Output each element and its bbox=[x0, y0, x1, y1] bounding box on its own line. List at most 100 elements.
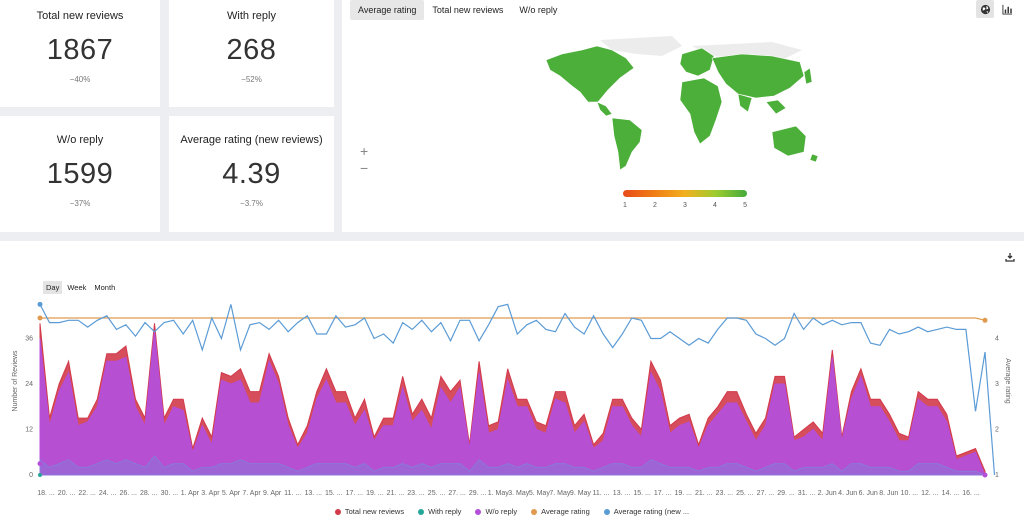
x-tick-label: 27. ... bbox=[757, 490, 775, 497]
x-tick-label: 27. ... bbox=[448, 490, 466, 497]
scale-label: 1 bbox=[623, 202, 627, 209]
x-tick-label: 25. ... bbox=[736, 490, 754, 497]
x-tick-label: 23. ... bbox=[407, 490, 425, 497]
x-tick-label: 11. ... bbox=[284, 490, 301, 497]
x-tick-label: 4. Jun bbox=[838, 490, 857, 497]
x-tick-label: 1. Apr bbox=[181, 490, 200, 497]
scale-label: 2 bbox=[653, 202, 657, 209]
kpi-value: 1867 bbox=[46, 34, 114, 66]
x-tick-label: 5. May bbox=[529, 490, 551, 497]
x-tick-label: 12. ... bbox=[921, 490, 939, 497]
x-tick-label: 14. ... bbox=[942, 490, 960, 497]
scale-label: 3 bbox=[683, 202, 687, 209]
series-marker bbox=[37, 301, 43, 307]
legend-dot bbox=[475, 508, 482, 515]
series-marker bbox=[38, 473, 42, 477]
reviews-timeseries-chart[interactable]: 0122436 1234 18. ... 20. ... 22. ... 24. ..… bbox=[0, 241, 1024, 503]
legend-item-without-reply[interactable]: W/o reply bbox=[475, 507, 517, 516]
kpi-total-new-reviews: Total new reviews 1867 −40% bbox=[0, 0, 160, 107]
kpi-label: With reply bbox=[227, 10, 276, 22]
x-tick-label: 16. ... bbox=[962, 490, 980, 497]
kpi-change: −37% bbox=[69, 199, 91, 208]
y2-tick-label: 4 bbox=[995, 336, 999, 343]
legend-item-average-rating[interactable]: Average rating bbox=[531, 507, 590, 516]
tab-average-rating[interactable]: Average rating bbox=[350, 0, 425, 20]
x-tick-label: 26. ... bbox=[119, 490, 137, 497]
series-marker bbox=[37, 461, 43, 467]
series-marker bbox=[37, 315, 43, 321]
x-tick-label: 17. ... bbox=[654, 490, 672, 497]
x-tick-label: 22. ... bbox=[78, 490, 96, 497]
legend-label: Average rating bbox=[541, 507, 590, 516]
kpi-value: 4.39 bbox=[222, 158, 281, 190]
x-tick-label: 29. ... bbox=[469, 490, 487, 497]
x-tick-label: 24. ... bbox=[99, 490, 117, 497]
series-marker bbox=[982, 317, 988, 323]
kpi-label: W/o reply bbox=[56, 134, 104, 146]
kpi-change: −40% bbox=[69, 75, 91, 84]
legend-item-total-new-reviews[interactable]: Total new reviews bbox=[334, 507, 405, 516]
y2-tick-label: 2 bbox=[995, 427, 999, 434]
tab-total-new-reviews[interactable]: Total new reviews bbox=[424, 0, 511, 20]
legend-dot bbox=[531, 508, 538, 515]
scale-label: 4 bbox=[713, 202, 717, 209]
zoom-out-button[interactable]: − bbox=[360, 161, 368, 175]
map-tabs: Average rating Total new reviews W/o rep… bbox=[350, 0, 565, 20]
map-view-toggle bbox=[976, 0, 1016, 18]
rating-color-scale: 1 2 3 4 5 bbox=[623, 190, 747, 209]
kpi-label: Average rating (new reviews) bbox=[180, 134, 323, 146]
globe-icon[interactable] bbox=[976, 0, 994, 18]
x-tick-label: 17. ... bbox=[346, 490, 364, 497]
x-tick-label: 30. ... bbox=[161, 490, 179, 497]
kpi-average-rating: Average rating (new reviews) 4.39 −3.7% bbox=[169, 116, 334, 232]
y2-tick-label: 1 bbox=[995, 472, 999, 479]
x-tick-label: 25. ... bbox=[428, 490, 446, 497]
x-tick-label: 10. ... bbox=[901, 490, 919, 497]
x-tick-label: 15. ... bbox=[633, 490, 651, 497]
y2-tick-label: 3 bbox=[995, 381, 999, 388]
bar-chart-icon[interactable] bbox=[998, 0, 1016, 18]
kpi-without-reply: W/o reply 1599 −37% bbox=[0, 116, 160, 232]
x-tick-label: 9. Apr bbox=[263, 490, 282, 497]
x-tick-label: 2. Jun bbox=[818, 490, 837, 497]
kpi-with-reply: With reply 268 −52% bbox=[169, 0, 334, 107]
kpi-value: 268 bbox=[226, 34, 277, 66]
y2-axis-label: Average rating bbox=[1004, 358, 1011, 404]
x-tick-label: 31. ... bbox=[798, 490, 816, 497]
zoom-in-button[interactable]: + bbox=[360, 144, 368, 158]
y-tick-label: 36 bbox=[25, 336, 33, 343]
tab-without-reply[interactable]: W/o reply bbox=[511, 0, 565, 20]
legend-item-with-reply[interactable]: With reply bbox=[418, 507, 461, 516]
x-tick-label: 21. ... bbox=[387, 490, 405, 497]
x-tick-label: 21. ... bbox=[695, 490, 713, 497]
legend-dot bbox=[603, 508, 610, 515]
color-scale-bar bbox=[623, 190, 747, 197]
legend-label: Average rating (new ... bbox=[613, 507, 690, 516]
x-tick-label: 8. Jun bbox=[879, 490, 898, 497]
x-tick-label: 7. May bbox=[549, 490, 571, 497]
x-tick-label: 13. ... bbox=[613, 490, 631, 497]
reviews-chart-panel: Day Week Month 0 12 24 36 1234 18. ... 20. .… bbox=[0, 241, 1024, 522]
series-marker bbox=[982, 472, 988, 478]
x-tick-label: 19. ... bbox=[366, 490, 384, 497]
map-panel: Average rating Total new reviews W/o rep… bbox=[342, 0, 1024, 232]
kpi-change: −3.7% bbox=[240, 199, 263, 208]
y-tick-label: 0 bbox=[29, 472, 33, 479]
y-tick-label: 24 bbox=[25, 381, 33, 388]
x-tick-label: 20. ... bbox=[58, 490, 76, 497]
x-tick-label: 28. ... bbox=[140, 490, 158, 497]
legend-item-average-rating-new[interactable]: Average rating (new ... bbox=[603, 507, 690, 516]
kpi-change: −52% bbox=[241, 75, 262, 84]
kpi-label: Total new reviews bbox=[36, 10, 124, 22]
color-scale-labels: 1 2 3 4 5 bbox=[623, 202, 747, 209]
x-tick-label: 19. ... bbox=[674, 490, 692, 497]
x-tick-label: 18. ... bbox=[37, 490, 55, 497]
x-tick-label: 9. May bbox=[570, 490, 592, 497]
x-tick-label: 3. Apr bbox=[201, 490, 220, 497]
legend-dot bbox=[418, 508, 425, 515]
world-map[interactable] bbox=[542, 36, 842, 176]
rated-regions bbox=[545, 45, 819, 171]
legend-label: W/o reply bbox=[485, 507, 518, 516]
legend-label: Total new reviews bbox=[344, 507, 405, 516]
x-tick-label: 1. May bbox=[488, 490, 510, 497]
